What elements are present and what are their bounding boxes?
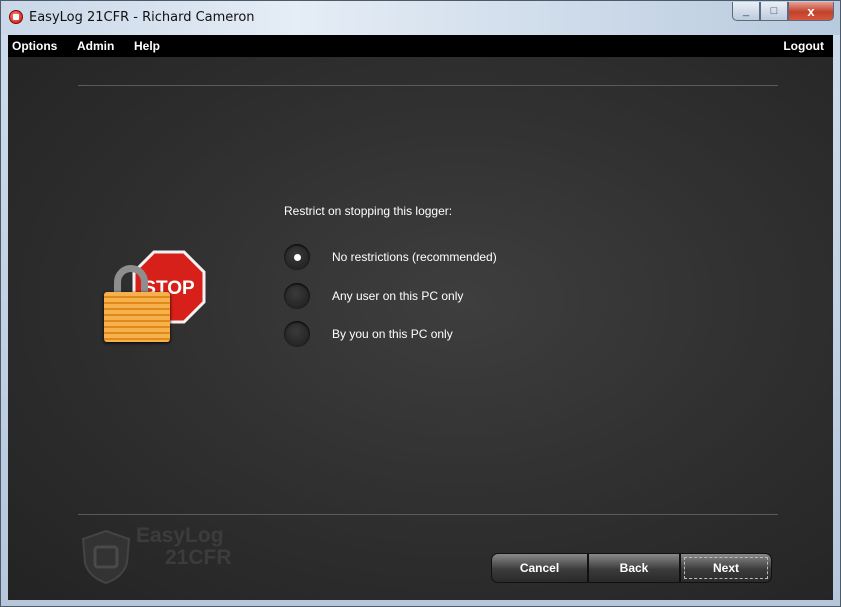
stop-restriction-question: Restrict on stopping this logger: xyxy=(284,204,453,218)
menu-admin[interactable]: Admin xyxy=(77,39,114,53)
top-divider xyxy=(78,85,778,86)
menu-options[interactable]: Options xyxy=(12,39,57,53)
radio-by-you[interactable] xyxy=(284,321,310,347)
next-button[interactable]: Next xyxy=(680,553,772,583)
window-title: EasyLog 21CFR - Richard Cameron xyxy=(29,10,255,25)
title-bar[interactable]: EasyLog 21CFR - Richard Cameron _ □ x xyxy=(1,1,840,35)
wizard-buttons: Cancel Back Next xyxy=(491,553,772,583)
minimize-button[interactable]: _ xyxy=(732,2,760,21)
app-window: EasyLog 21CFR - Richard Cameron _ □ x Op… xyxy=(0,0,841,607)
stop-sign-padlock-icon: STOP xyxy=(104,250,214,345)
option-label[interactable]: No restrictions (recommended) xyxy=(332,250,497,264)
next-label: Next xyxy=(712,561,739,575)
back-label: Back xyxy=(619,561,649,575)
easylog-watermark: EasyLog 21CFR xyxy=(136,525,232,569)
wizard-panel: STOP Restrict on stopping this logger: N… xyxy=(8,57,833,600)
back-button[interactable]: Back xyxy=(588,553,680,583)
option-label[interactable]: By you on this PC only xyxy=(332,327,453,341)
menu-help[interactable]: Help xyxy=(134,39,160,53)
option-label[interactable]: Any user on this PC only xyxy=(332,289,463,303)
maximize-button[interactable]: □ xyxy=(760,2,788,21)
easylog-shield-icon xyxy=(81,529,131,585)
bottom-divider xyxy=(78,514,778,515)
watermark-line2: 21CFR xyxy=(165,546,232,569)
menu-bar: Options Admin Help Logout xyxy=(8,35,833,57)
logout-menu[interactable]: Logout xyxy=(783,39,824,53)
watermark-line1: EasyLog xyxy=(136,524,224,547)
padlock-icon xyxy=(104,292,170,342)
cancel-button[interactable]: Cancel xyxy=(491,553,588,583)
radio-any-user[interactable] xyxy=(284,283,310,309)
cancel-label: Cancel xyxy=(519,561,560,575)
close-button[interactable]: x xyxy=(788,2,834,21)
window-controls: _ □ x xyxy=(732,2,834,22)
radio-no-restrictions[interactable] xyxy=(284,244,310,270)
app-icon xyxy=(9,10,23,24)
